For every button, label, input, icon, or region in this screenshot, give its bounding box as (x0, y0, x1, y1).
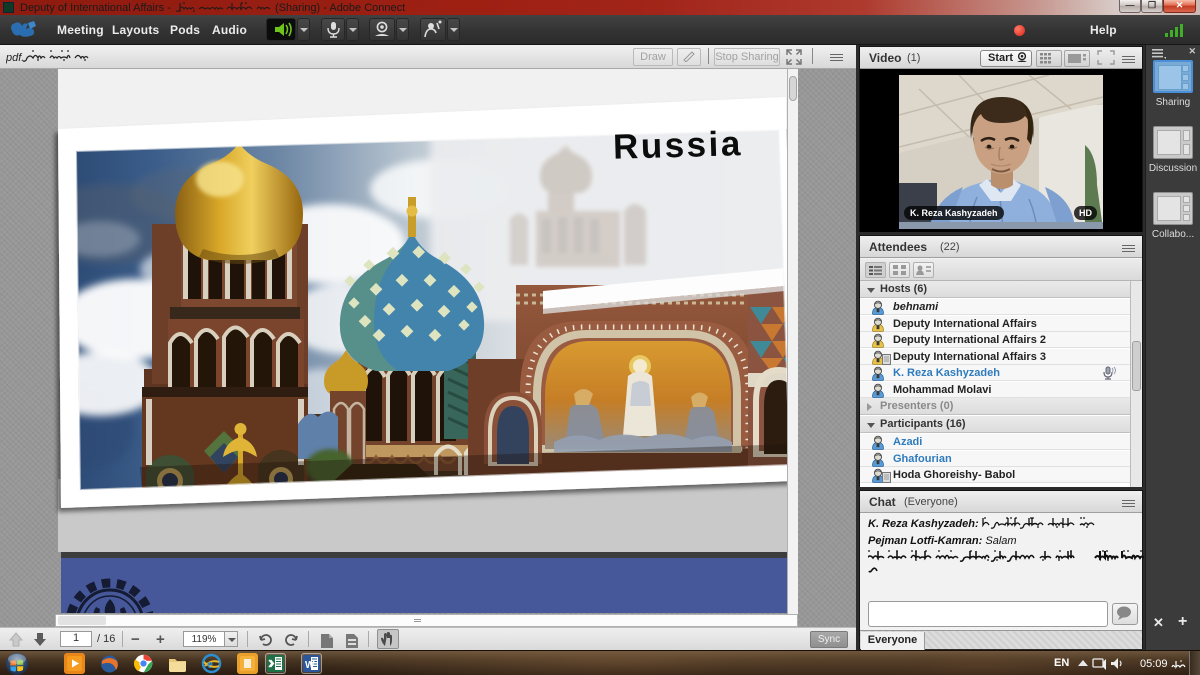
svg-text:pdf.: pdf. (6, 52, 24, 64)
svg-text:e: e (207, 656, 213, 671)
svg-text:W: W (305, 660, 315, 671)
